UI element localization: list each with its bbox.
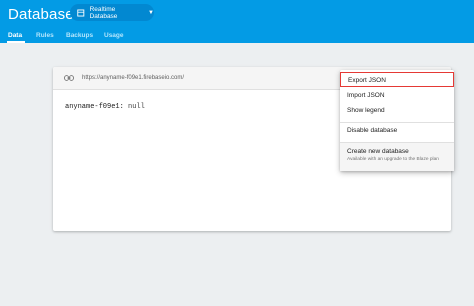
- node-key: anyname-f09e1: [65, 103, 120, 111]
- menu-item-create-database[interactable]: Create new database Available with an up…: [340, 143, 454, 171]
- database-icon: [77, 9, 85, 16]
- overflow-menu: Export JSON Import JSON Show legend Disa…: [340, 70, 454, 171]
- database-url[interactable]: https://anyname-f09e1.firebaseio.com/: [82, 75, 184, 81]
- tab-backups[interactable]: Backups: [66, 32, 93, 39]
- menu-item-show-legend[interactable]: Show legend: [340, 104, 454, 121]
- database-selector[interactable]: Realtime Database ▼: [70, 4, 154, 21]
- node-separator: :: [119, 103, 124, 111]
- node-value: null: [128, 103, 145, 111]
- menu-item-legend-label: Show legend: [347, 107, 385, 114]
- tab-usage[interactable]: Usage: [104, 32, 124, 39]
- chevron-down-icon: ▼: [148, 9, 154, 16]
- active-tab-indicator: [7, 41, 25, 43]
- menu-item-export-label: Export JSON: [348, 77, 386, 84]
- database-selector-label: Realtime Database: [89, 5, 118, 20]
- menu-item-export-json[interactable]: Export JSON: [340, 72, 454, 87]
- tree-root-node[interactable]: anyname-f09e1: null: [65, 103, 145, 111]
- menu-item-disable-label: Disable database: [347, 127, 398, 134]
- menu-item-create-note: Available with an upgrade to the Blaze p…: [347, 157, 439, 162]
- app-header: Database Realtime Database ▼ Data Rules …: [0, 0, 474, 43]
- page-title: Database: [8, 6, 74, 23]
- tab-bar: Data Rules Backups Usage: [0, 30, 474, 43]
- tab-data[interactable]: Data: [8, 32, 22, 39]
- menu-item-create-label: Create new database: [347, 148, 409, 155]
- tab-rules[interactable]: Rules: [36, 32, 54, 39]
- link-icon[interactable]: [64, 75, 74, 81]
- menu-item-import-label: Import JSON: [347, 92, 385, 99]
- menu-item-disable-database[interactable]: Disable database: [340, 123, 454, 142]
- menu-item-import-json[interactable]: Import JSON: [340, 88, 454, 104]
